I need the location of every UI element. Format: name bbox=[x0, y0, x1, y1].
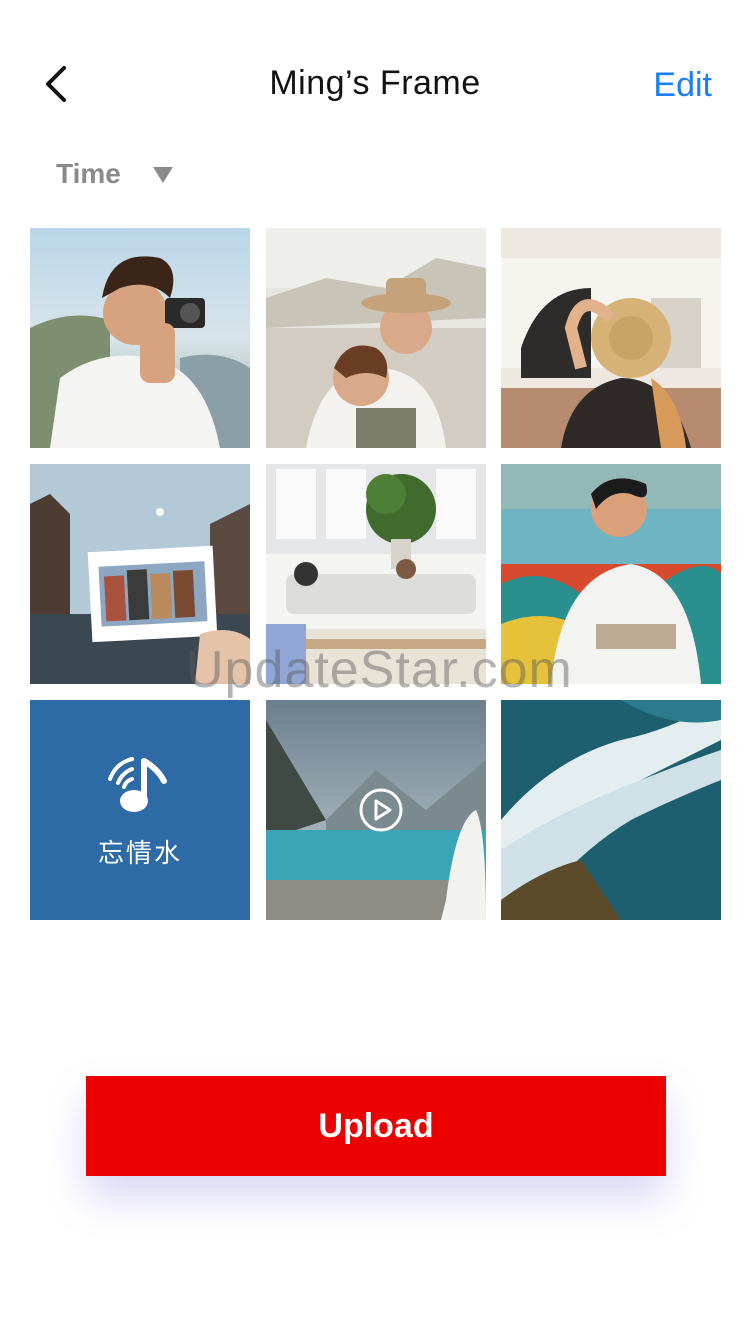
video-lake[interactable] bbox=[266, 700, 486, 920]
sort-label: Time bbox=[56, 158, 121, 189]
play-circle-icon[interactable] bbox=[359, 788, 403, 832]
sort-selector[interactable]: Time bbox=[56, 152, 173, 196]
photo-man-graffiti[interactable] bbox=[501, 464, 721, 684]
triangle-down-icon bbox=[152, 167, 173, 183]
photo-ocean-waves[interactable] bbox=[501, 700, 721, 920]
audio-title: 忘情水 bbox=[97, 837, 182, 868]
photo-man-camera[interactable] bbox=[30, 228, 250, 448]
page-title: Ming’s Frame bbox=[269, 64, 481, 102]
audio-tile[interactable]: 忘情水 bbox=[30, 700, 250, 920]
photo-amsterdam-postcard[interactable] bbox=[30, 464, 250, 684]
photo-couple-beach[interactable] bbox=[266, 228, 486, 448]
edit-button[interactable]: Edit bbox=[653, 66, 712, 105]
photo-living-room[interactable] bbox=[266, 464, 486, 684]
music-note-icon bbox=[108, 756, 167, 812]
photo-woman-hat[interactable] bbox=[501, 228, 721, 448]
upload-button[interactable]: Upload bbox=[86, 1076, 666, 1176]
nav-header: Ming’s Frame Edit bbox=[0, 0, 750, 172]
